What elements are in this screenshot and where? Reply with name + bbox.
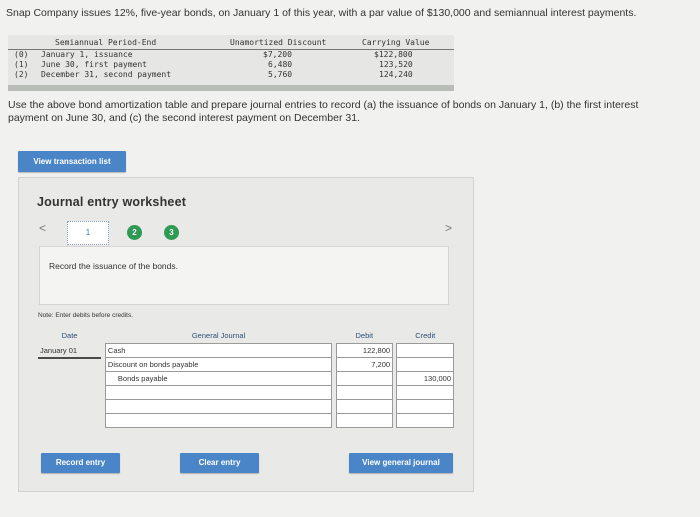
previous-arrow-icon[interactable]: < <box>39 221 46 235</box>
table-row <box>38 385 454 400</box>
period-number: (1) <box>14 60 29 69</box>
unamortized-discount: $7,200 <box>263 50 292 59</box>
journal-header-row: Date General Journal Debit Credit <box>38 327 454 344</box>
debit-cell[interactable] <box>335 371 394 386</box>
table-row <box>38 413 454 428</box>
instruction-box: Record the issuance of the bonds. <box>39 246 449 305</box>
problem-statement: Snap Company issues 12%, five-year bonds… <box>6 7 637 19</box>
date-column-header: Date <box>38 327 102 344</box>
bond-amortization-table: Semiannual Period-End Unamortized Discou… <box>8 35 454 91</box>
carrying-value: $122,800 <box>374 50 413 59</box>
note-text: Note: Enter debits before credits. <box>38 312 134 319</box>
discount-header: Unamortized Discount <box>230 38 327 47</box>
table-row: Discount on bonds payable 7,200 <box>38 357 454 372</box>
period-label: January 1, issuance <box>41 50 133 59</box>
account-cell[interactable]: Discount on bonds payable <box>104 357 333 372</box>
debit-cell[interactable] <box>335 399 394 414</box>
table-row: Bonds payable 130,000 <box>38 371 454 386</box>
carrying-value-header: Carrying Value <box>362 38 430 47</box>
account-cell[interactable]: Cash <box>104 343 333 358</box>
debit-cell[interactable] <box>335 385 394 400</box>
view-general-journal-button[interactable]: View general journal <box>349 453 453 473</box>
clear-entry-button[interactable]: Clear entry <box>180 453 259 473</box>
table-row <box>38 399 454 414</box>
account-cell[interactable] <box>104 399 333 414</box>
period-number: (2) <box>14 70 29 79</box>
unamortized-discount: 6,480 <box>268 60 293 69</box>
credit-cell[interactable] <box>396 385 454 400</box>
worksheet-page-1[interactable]: 1 <box>67 221 109 245</box>
instruction-text: Record the issuance of the bonds. <box>49 261 178 271</box>
debit-cell[interactable]: 122,800 <box>335 343 394 358</box>
account-cell[interactable]: Bonds payable <box>104 371 333 386</box>
record-entry-button[interactable]: Record entry <box>41 453 120 473</box>
credit-column-header: Credit <box>396 327 454 344</box>
question-text: Use the above bond amortization table an… <box>8 99 639 124</box>
general-journal-column-header: General Journal <box>105 327 332 344</box>
journal-entry-worksheet: Journal entry worksheet < 1 2 3 > Record… <box>18 177 474 492</box>
carrying-value: 123,520 <box>379 60 413 69</box>
date-cell[interactable]: January 01 <box>38 343 102 359</box>
credit-cell[interactable] <box>396 343 454 358</box>
credit-cell[interactable] <box>396 413 454 428</box>
debit-cell[interactable]: 7,200 <box>335 357 394 372</box>
debit-cell[interactable] <box>335 413 394 428</box>
period-number: (0) <box>14 50 29 59</box>
worksheet-page-3[interactable]: 3 <box>164 225 179 240</box>
next-arrow-icon[interactable]: > <box>445 221 452 235</box>
amortization-table-header: Semiannual Period-End Unamortized Discou… <box>8 38 454 50</box>
debit-column-header: Debit <box>336 327 393 344</box>
period-label: June 30, first payment <box>41 60 147 69</box>
account-cell[interactable] <box>104 413 333 428</box>
account-cell[interactable] <box>104 385 333 400</box>
unamortized-discount: 5,760 <box>268 70 293 79</box>
period-label: December 31, second payment <box>41 70 172 79</box>
worksheet-page-2[interactable]: 2 <box>127 225 142 240</box>
journal-table: Date General Journal Debit Credit Januar… <box>38 327 454 428</box>
carrying-value: 124,240 <box>379 70 413 79</box>
view-transaction-list-button[interactable]: View transaction list <box>18 151 126 172</box>
period-header: Semiannual Period-End <box>55 38 157 47</box>
credit-cell[interactable] <box>396 357 454 372</box>
worksheet-title: Journal entry worksheet <box>37 195 187 209</box>
table-row: January 01 Cash 122,800 <box>38 343 454 359</box>
credit-cell[interactable] <box>396 399 454 414</box>
credit-cell[interactable]: 130,000 <box>396 371 454 386</box>
